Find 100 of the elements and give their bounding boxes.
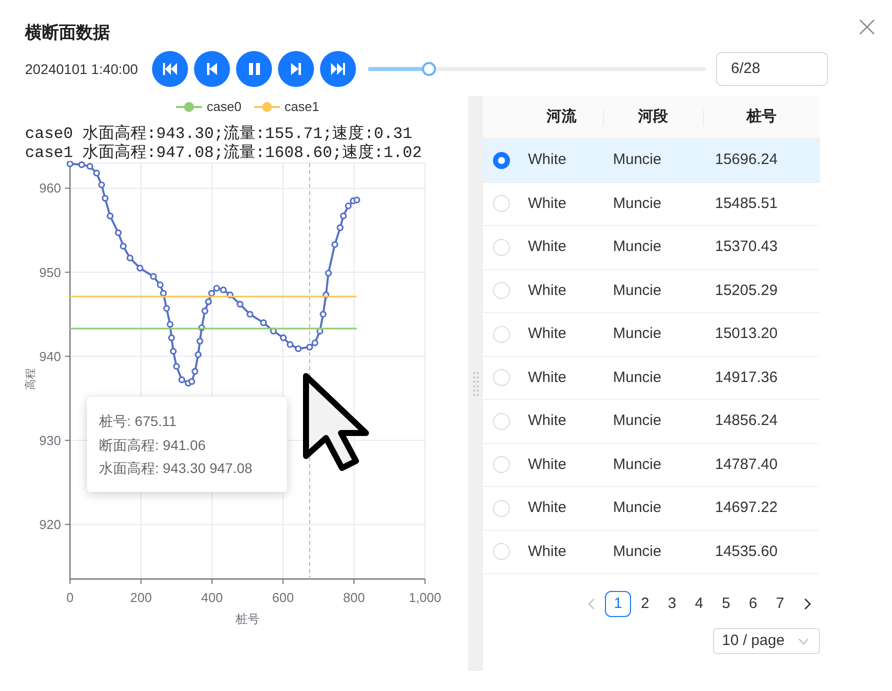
data-point (66, 161, 74, 168)
table-cell-text: Muncie (613, 280, 662, 300)
dialog-title: 横断面数据 (25, 22, 110, 44)
tooltip-text: 断面高程: 941.06 (99, 436, 207, 454)
table-cell-text: White (528, 542, 566, 562)
table-cell-text: White (528, 411, 566, 431)
axis-tick-label: 1,000 (408, 590, 442, 605)
splitter[interactable] (468, 96, 483, 671)
page-size-select[interactable]: 10 / page (713, 628, 820, 654)
table-cell-text: 14917.36 (715, 368, 778, 388)
table-cell-text: 15696.24 (715, 150, 778, 170)
column-header: 桩号 (746, 106, 776, 127)
axis-tick-label: 940 (39, 348, 61, 364)
slider[interactable] (368, 62, 706, 76)
data-point (126, 254, 134, 262)
column-header: 河流 (546, 106, 576, 127)
table-row[interactable]: White Muncie 15696.24 (483, 139, 820, 182)
data-point (316, 328, 324, 334)
legend-marker-icon (176, 101, 202, 113)
axis-tick-label: 800 (343, 590, 365, 605)
grip-icon (472, 370, 478, 396)
table-cell-text: 15013.20 (715, 324, 778, 344)
table-cell-text: White (528, 194, 566, 214)
data-point (196, 338, 204, 345)
table-row[interactable]: White Muncie 15485.51 (483, 182, 820, 226)
skip-forward-button[interactable] (320, 51, 356, 87)
data-point (320, 310, 327, 318)
legend-label[interactable]: case1 (284, 97, 320, 117)
page-button[interactable]: 2 (632, 591, 658, 617)
pause-icon (248, 63, 260, 75)
axis-tick-label: 0 (66, 590, 74, 605)
data-point (322, 292, 330, 298)
data-point (325, 270, 332, 276)
table-cell-text: 15370.43 (715, 237, 778, 257)
table-cell-text: 15205.29 (715, 280, 778, 300)
page-button[interactable]: 7 (767, 591, 793, 617)
tooltip-text: 水面高程: 943.30 947.08 (99, 459, 254, 478)
info-text: case1 水面高程:947.08;流量:1608.60;速度:1.02 (25, 144, 422, 163)
data-point (163, 305, 170, 312)
table-cell-text: White (528, 324, 566, 344)
axis-title: 桩号 (236, 612, 260, 626)
data-point (194, 351, 202, 358)
table-cell-text: White (528, 454, 566, 474)
table-row[interactable]: White Muncie 14535.60 (483, 530, 820, 574)
data-point (102, 194, 109, 202)
step-forward-button[interactable] (278, 51, 314, 87)
data-point (106, 212, 114, 220)
legend-label[interactable]: case0 (206, 97, 242, 117)
chevron-left-icon (588, 598, 594, 610)
page-button[interactable]: 5 (713, 591, 739, 617)
data-point (336, 224, 344, 232)
table-cell-text: Muncie (613, 194, 662, 214)
slider-thumb[interactable] (422, 62, 436, 76)
table-cell-text: White (528, 237, 566, 257)
chevron-down-icon (798, 638, 809, 644)
tooltip-text: 桩号: 675.11 (99, 412, 178, 431)
frame-input[interactable]: 6/28 (716, 52, 828, 86)
table-cell-text: 14856.24 (715, 411, 778, 431)
axis-title: 高程 (25, 368, 37, 390)
table-cell-text: White (528, 368, 566, 388)
data-point (202, 308, 208, 314)
axis-tick-label: 930 (39, 432, 61, 448)
timestamp-text: 20240101 1:40:00 (25, 60, 139, 78)
axis-tick-label: 200 (130, 590, 152, 605)
data-point (340, 212, 347, 220)
close-button[interactable] (857, 17, 877, 37)
table-row[interactable]: White Muncie 14787.40 (483, 444, 820, 487)
table-cell-text: 14535.60 (715, 542, 778, 562)
step-back-icon (207, 63, 217, 75)
table-cell-text: Muncie (613, 368, 662, 388)
step-back-button[interactable] (194, 51, 230, 87)
table-cell-text: Muncie (613, 454, 662, 474)
data-point (168, 334, 175, 342)
skip-back-button[interactable] (152, 51, 188, 87)
axis-tick-label: 920 (39, 516, 61, 532)
data-point (136, 264, 144, 272)
data-point (120, 242, 127, 250)
page-button[interactable]: 3 (659, 591, 685, 617)
table-cell-text: White (528, 280, 566, 300)
data-point (270, 328, 277, 334)
table-cell-text: White (528, 150, 566, 170)
data-point (98, 181, 105, 188)
page-button[interactable]: 1 (605, 591, 631, 617)
table-cell-text: White (528, 498, 566, 518)
skip-back-icon (163, 63, 177, 75)
data-point (192, 368, 198, 375)
page-button[interactable]: 6 (740, 591, 766, 617)
table-cell-text: 15485.51 (715, 194, 778, 214)
table-row[interactable]: White Muncie 15205.29 (483, 270, 820, 313)
table-cell-text: 14787.40 (715, 454, 778, 474)
pause-button[interactable] (236, 51, 272, 87)
table-cell-text: Muncie (613, 150, 662, 170)
radio-button[interactable] (493, 152, 510, 169)
data-point (166, 320, 174, 328)
data-point (198, 324, 206, 332)
page-button[interactable]: 4 (686, 591, 712, 617)
data-point (170, 348, 177, 355)
data-point (114, 229, 122, 236)
table-row[interactable]: White Muncie 14917.36 (483, 356, 820, 400)
table-cell-text: 14697.22 (715, 498, 778, 518)
